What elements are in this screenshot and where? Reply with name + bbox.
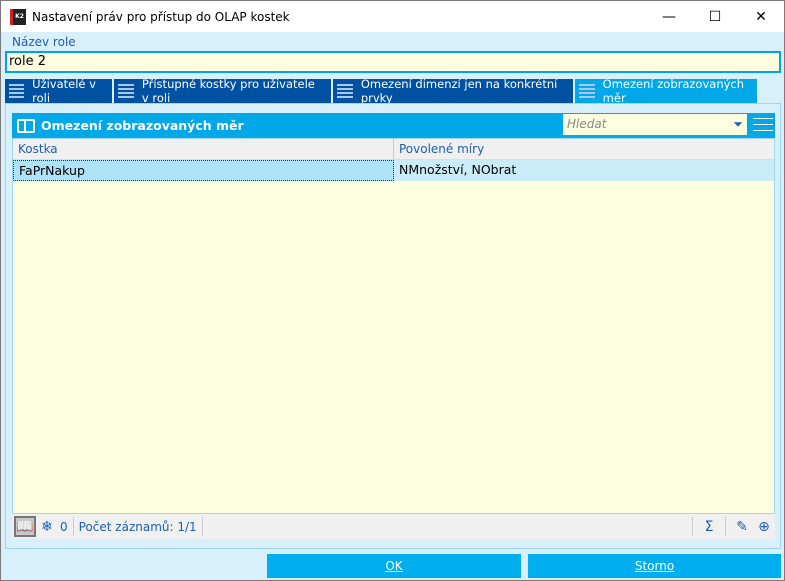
status-bar: 📖 ❄ 0 Počet záznamů: 1/1 Σ ✎ ⊕ (12, 514, 775, 539)
search-input[interactable]: Hledat ⏷ (563, 114, 747, 135)
cell-povolene-miry[interactable]: NMnožství, NObrat (394, 160, 774, 181)
sum-icon[interactable]: Σ (698, 516, 720, 537)
cancel-button[interactable]: Storno (528, 554, 781, 578)
tab-measure-restrictions[interactable]: Omezení zobrazovaných měr (575, 77, 757, 105)
list-icon (9, 84, 25, 98)
title-bar: K2 Nastavení práv pro přístup do OLAP ko… (1, 1, 784, 32)
record-count: Počet záznamů: 1/1 (78, 519, 197, 534)
search-placeholder: Hledat (567, 117, 607, 131)
tab-label: Přístupné kostky pro uživatele v roli (141, 77, 315, 105)
separator (201, 517, 203, 536)
maximize-button[interactable]: ☐ (692, 1, 738, 32)
dialog-window: K2 Nastavení práv pro přístup do OLAP ko… (0, 0, 785, 581)
snowflake-icon[interactable]: ❄ (36, 516, 58, 537)
data-grid: Kostka Povolené míry FaPrNakup NMnožství… (12, 138, 775, 514)
app-logo-icon: K2 (10, 8, 26, 25)
tab-label: Uživatelé v roli (32, 77, 96, 105)
close-button[interactable]: ✕ (738, 1, 784, 32)
tab-bar: Uživatelé v roli Přístupné kostky pro už… (5, 77, 759, 105)
grid-menu-icon[interactable] (753, 118, 773, 132)
grid-title: Omezení zobrazovaných měr (41, 118, 244, 133)
minimize-button[interactable]: — (646, 1, 692, 32)
cell-kostka[interactable]: FaPrNakup (13, 160, 394, 181)
tab-accessible-cubes[interactable]: Přístupné kostky pro uživatele v roli (114, 77, 331, 105)
book-icon (17, 118, 35, 133)
ok-button[interactable]: OK (267, 554, 521, 578)
table-row[interactable]: FaPrNakup NMnožství, NObrat (13, 160, 774, 181)
filter-icon[interactable]: ⏷ (733, 114, 743, 135)
role-name-input[interactable]: role 2 (5, 51, 781, 73)
list-icon (579, 84, 595, 98)
tab-users-in-role[interactable]: Uživatelé v roli (5, 77, 112, 105)
add-record-icon[interactable]: ⊕ (753, 516, 775, 537)
tab-label: Omezení zobrazovaných měr (602, 77, 745, 105)
separator (725, 517, 726, 536)
column-header-kostka[interactable]: Kostka (13, 139, 394, 159)
frozen-count: 0 (60, 519, 68, 534)
edit-icon[interactable]: ✎ (731, 516, 753, 537)
list-icon (118, 84, 134, 98)
book-view-icon[interactable]: 📖 (14, 516, 36, 537)
list-icon (337, 84, 353, 98)
column-headers: Kostka Povolené míry (13, 139, 774, 160)
separator (692, 517, 693, 536)
window-title: Nastavení práv pro přístup do OLAP koste… (32, 9, 290, 24)
tab-dimension-restrictions[interactable]: Omezení dimenzí jen na konkrétní prvky (333, 77, 573, 105)
role-name-label: Název role (12, 35, 76, 49)
tab-label: Omezení dimenzí jen na konkrétní prvky (360, 77, 558, 105)
column-header-povolene-miry[interactable]: Povolené míry (394, 139, 774, 159)
separator (72, 517, 74, 536)
